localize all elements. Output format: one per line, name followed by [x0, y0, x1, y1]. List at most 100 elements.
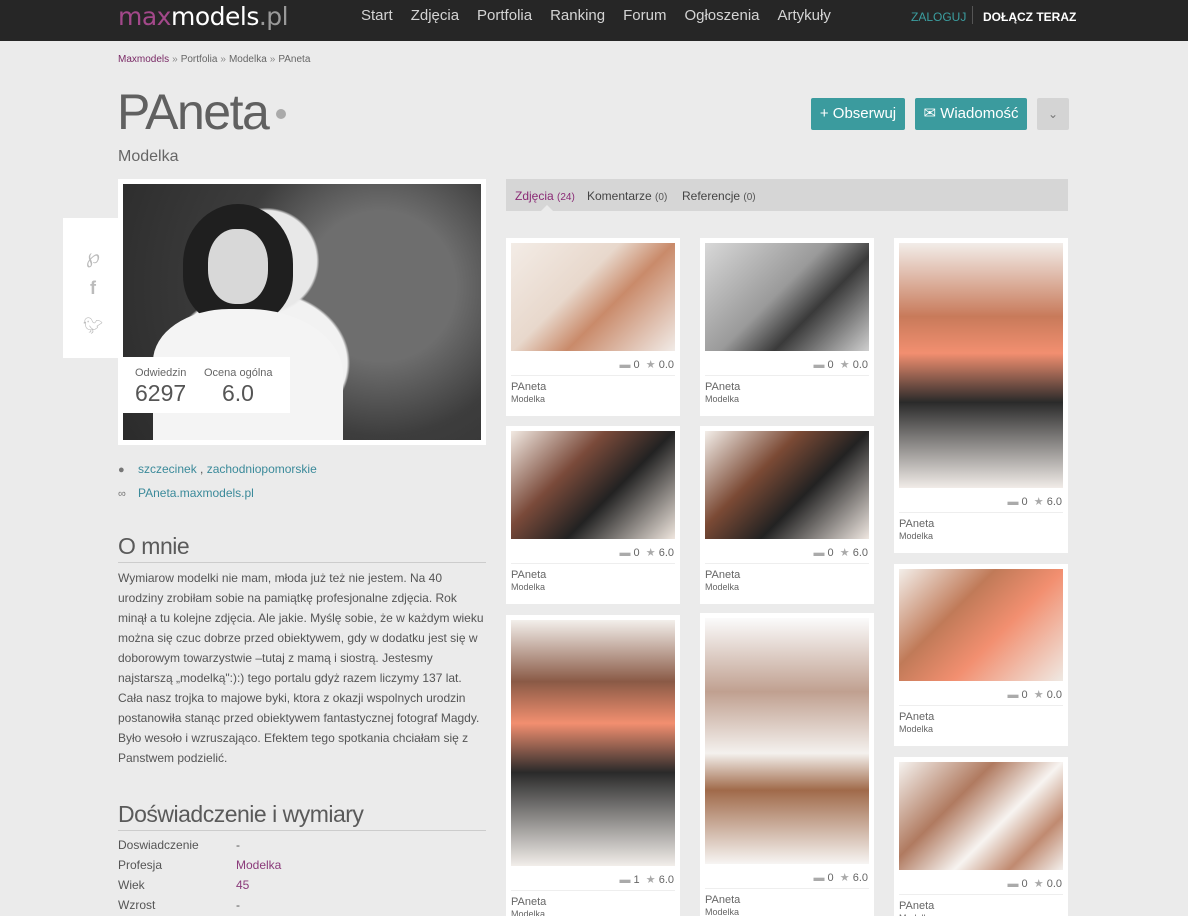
- profession-link[interactable]: Modelka: [236, 858, 281, 872]
- facebook-icon[interactable]: f: [83, 278, 103, 299]
- nav-item-portfolios[interactable]: Portfolia: [477, 7, 532, 25]
- website-link[interactable]: PAneta.maxmodels.pl: [138, 486, 254, 500]
- card-divider: [705, 563, 869, 564]
- photo-author-role: Modelka: [511, 394, 546, 404]
- nav-item-forum[interactable]: Forum: [623, 7, 666, 25]
- experience-value: -: [236, 838, 240, 852]
- nav-item-ranking[interactable]: Ranking: [550, 7, 605, 25]
- star-icon: ★: [833, 547, 853, 559]
- photo-card[interactable]: ▬ 0 ★ 0.0PAnetaModelka: [894, 757, 1068, 916]
- nav-item-photos[interactable]: Zdjęcia: [411, 7, 459, 25]
- follow-button[interactable]: + Obserwuj: [811, 98, 905, 130]
- photo-thumbnail[interactable]: [899, 569, 1063, 681]
- share-panel: ℘ f 🐦︎: [63, 218, 123, 358]
- photo-card[interactable]: ▬ 0 ★ 0.0 PAnetaModelka: [506, 238, 680, 416]
- photo-thumbnail[interactable]: [705, 431, 869, 539]
- photo-thumbnail[interactable]: [511, 431, 675, 539]
- experience-row: Profesja Modelka: [118, 858, 488, 878]
- photo-card[interactable]: ▬ 0 ★ 0.0PAnetaModelka: [894, 564, 1068, 746]
- profile-photo-face: [208, 229, 268, 304]
- rating-value: 6.0: [852, 872, 868, 884]
- photo-thumbnail[interactable]: [899, 243, 1063, 488]
- more-options-button[interactable]: ⌄: [1037, 98, 1069, 130]
- login-link[interactable]: ZALOGUJ: [911, 10, 966, 24]
- tab-photos-count: (24): [557, 192, 575, 203]
- twitter-icon[interactable]: 🐦︎: [83, 316, 103, 336]
- star-icon: ★: [1027, 878, 1047, 890]
- message-button[interactable]: ✉ Wiadomość: [915, 98, 1027, 130]
- photo-thumbnail[interactable]: [705, 243, 869, 351]
- visits-value: 6297: [135, 380, 187, 406]
- city-link[interactable]: szczecinek: [138, 462, 197, 476]
- photo-card[interactable]: ▬ 1 ★ 6.0 PAneta Modelka: [506, 615, 680, 916]
- experience-row: Wzrost -: [118, 898, 488, 916]
- photo-author[interactable]: PAneta: [511, 381, 546, 393]
- photo-card[interactable]: ▬ 0 ★ 6.0 PAneta Modelka: [506, 426, 680, 604]
- breadcrumb-portfolios[interactable]: Portfolia: [181, 54, 218, 65]
- join-now-link[interactable]: DOŁĄCZ TERAZ: [983, 10, 1076, 24]
- photo-stats: ▬ 0 ★ 6.0: [619, 547, 674, 559]
- nav-item-ads[interactable]: Ogłoszenia: [684, 7, 759, 25]
- top-navigation-bar: maxmodels.pl Start Zdjęcia Portfolia Ran…: [0, 0, 1188, 41]
- photo-author-role: Modelka: [705, 582, 740, 592]
- comment-icon: ▬: [619, 874, 634, 886]
- breadcrumb-maxmodels[interactable]: Maxmodels: [118, 54, 169, 65]
- experience-key: Wiek: [118, 878, 145, 892]
- photo-author[interactable]: PAneta: [705, 569, 740, 581]
- photo-author[interactable]: PAneta: [899, 518, 934, 530]
- star-icon: ★: [1027, 689, 1047, 701]
- tab-photos[interactable]: Zdjęcia (24): [515, 189, 575, 205]
- region-link[interactable]: zachodniopomorskie: [207, 462, 317, 476]
- photo-card[interactable]: ▬ 0 ★ 6.0 PAneta Modelka: [700, 426, 874, 604]
- comment-icon: ▬: [1007, 496, 1022, 508]
- photo-stats: ▬ 0 ★ 6.0: [813, 547, 868, 559]
- site-logo[interactable]: maxmodels.pl: [118, 2, 289, 32]
- photo-thumbnail[interactable]: [705, 618, 869, 864]
- photo-author[interactable]: PAneta: [899, 711, 934, 723]
- photo-thumbnail[interactable]: [511, 243, 675, 351]
- photo-author[interactable]: PAneta: [511, 896, 546, 908]
- tab-photos-label: Zdjęcia: [515, 189, 554, 203]
- experience-heading: Doświadczenie i wymiary: [118, 800, 486, 831]
- star-icon: ★: [639, 547, 659, 559]
- photo-card[interactable]: ▬ 0 ★ 6.0 PAneta Modelka: [894, 238, 1068, 553]
- breadcrumb-current: PAneta: [278, 54, 311, 65]
- photo-author-role: Modelka: [705, 907, 740, 916]
- logo-pl: .pl: [258, 2, 289, 31]
- card-divider: [899, 512, 1063, 513]
- photo-author[interactable]: PAneta: [705, 381, 740, 393]
- rating-value: 0.0: [658, 359, 674, 371]
- nav-item-articles[interactable]: Artykuły: [778, 7, 831, 25]
- rating-label: Ocena ogólna: [204, 367, 273, 379]
- card-divider: [511, 890, 675, 891]
- breadcrumb-model[interactable]: Modelka: [229, 54, 267, 65]
- photo-author-role: Modelka: [899, 531, 934, 541]
- tab-comments[interactable]: Komentarze (0): [587, 189, 667, 205]
- rating-value: 0.0: [852, 359, 868, 371]
- photo-thumbnail[interactable]: [511, 620, 675, 866]
- photo-card[interactable]: ▬ 0 ★ 0.0PAnetaModelka: [700, 238, 874, 416]
- photo-stats: ▬ 0 ★ 0.0: [1007, 689, 1062, 701]
- photo-stats: ▬ 0 ★ 0.0: [619, 359, 674, 371]
- tab-references[interactable]: Referencje (0): [682, 189, 756, 205]
- breadcrumb-separator: »: [220, 54, 226, 65]
- link-icon: ∞: [118, 488, 126, 500]
- pinterest-icon[interactable]: ℘: [83, 244, 103, 269]
- age-value: 45: [236, 878, 250, 892]
- comment-icon: ▬: [813, 872, 828, 884]
- location-comma: ,: [196, 462, 207, 476]
- nav-item-start[interactable]: Start: [361, 7, 393, 25]
- photo-author[interactable]: PAneta: [899, 900, 934, 912]
- photo-stats: ▬ 1 ★ 6.0: [619, 874, 674, 886]
- experience-key: Profesja: [118, 858, 163, 872]
- comment-icon: ▬: [813, 359, 828, 371]
- photo-author[interactable]: PAneta: [511, 569, 546, 581]
- location-row: ● szczecinek , zachodniopomorskie: [118, 461, 317, 478]
- tab-comments-count: (0): [655, 192, 668, 203]
- rating-value: 0.0: [1046, 689, 1062, 701]
- photo-author[interactable]: PAneta: [705, 894, 740, 906]
- experience-key: Doswiadczenie: [118, 838, 199, 852]
- photo-thumbnail[interactable]: [899, 762, 1063, 870]
- photo-card[interactable]: ▬ 0 ★ 6.0 PAneta Modelka: [700, 613, 874, 916]
- photo-stats: ▬ 0 ★ 6.0: [813, 872, 868, 884]
